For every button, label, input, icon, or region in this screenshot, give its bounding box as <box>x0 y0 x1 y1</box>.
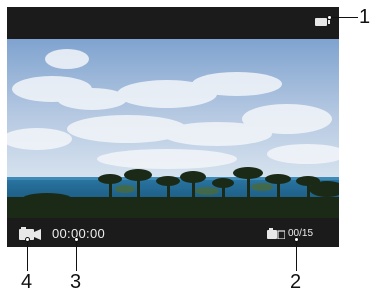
callout-4-number: 4 <box>21 271 33 293</box>
status-bar-top <box>7 7 339 39</box>
video-camera-icon <box>19 227 41 240</box>
callout-3-number: 3 <box>70 271 82 293</box>
callout-1-line <box>332 17 358 18</box>
battery-icon <box>315 18 330 26</box>
callout-2-line <box>296 242 297 271</box>
photo-counter: 00/15 <box>288 228 314 239</box>
callout-4-line <box>27 242 28 271</box>
preview-image <box>7 39 339 218</box>
landscape-photo <box>7 39 339 218</box>
camera-preview-screen: 00:00:00 00/15 <box>7 7 339 247</box>
status-bar-bottom: 00:00:00 00/15 <box>7 218 339 247</box>
callout-3-line <box>76 242 77 271</box>
camera-icon <box>267 228 285 239</box>
callout-2-number: 2 <box>290 271 302 293</box>
callout-1-number: 1 <box>359 6 370 28</box>
